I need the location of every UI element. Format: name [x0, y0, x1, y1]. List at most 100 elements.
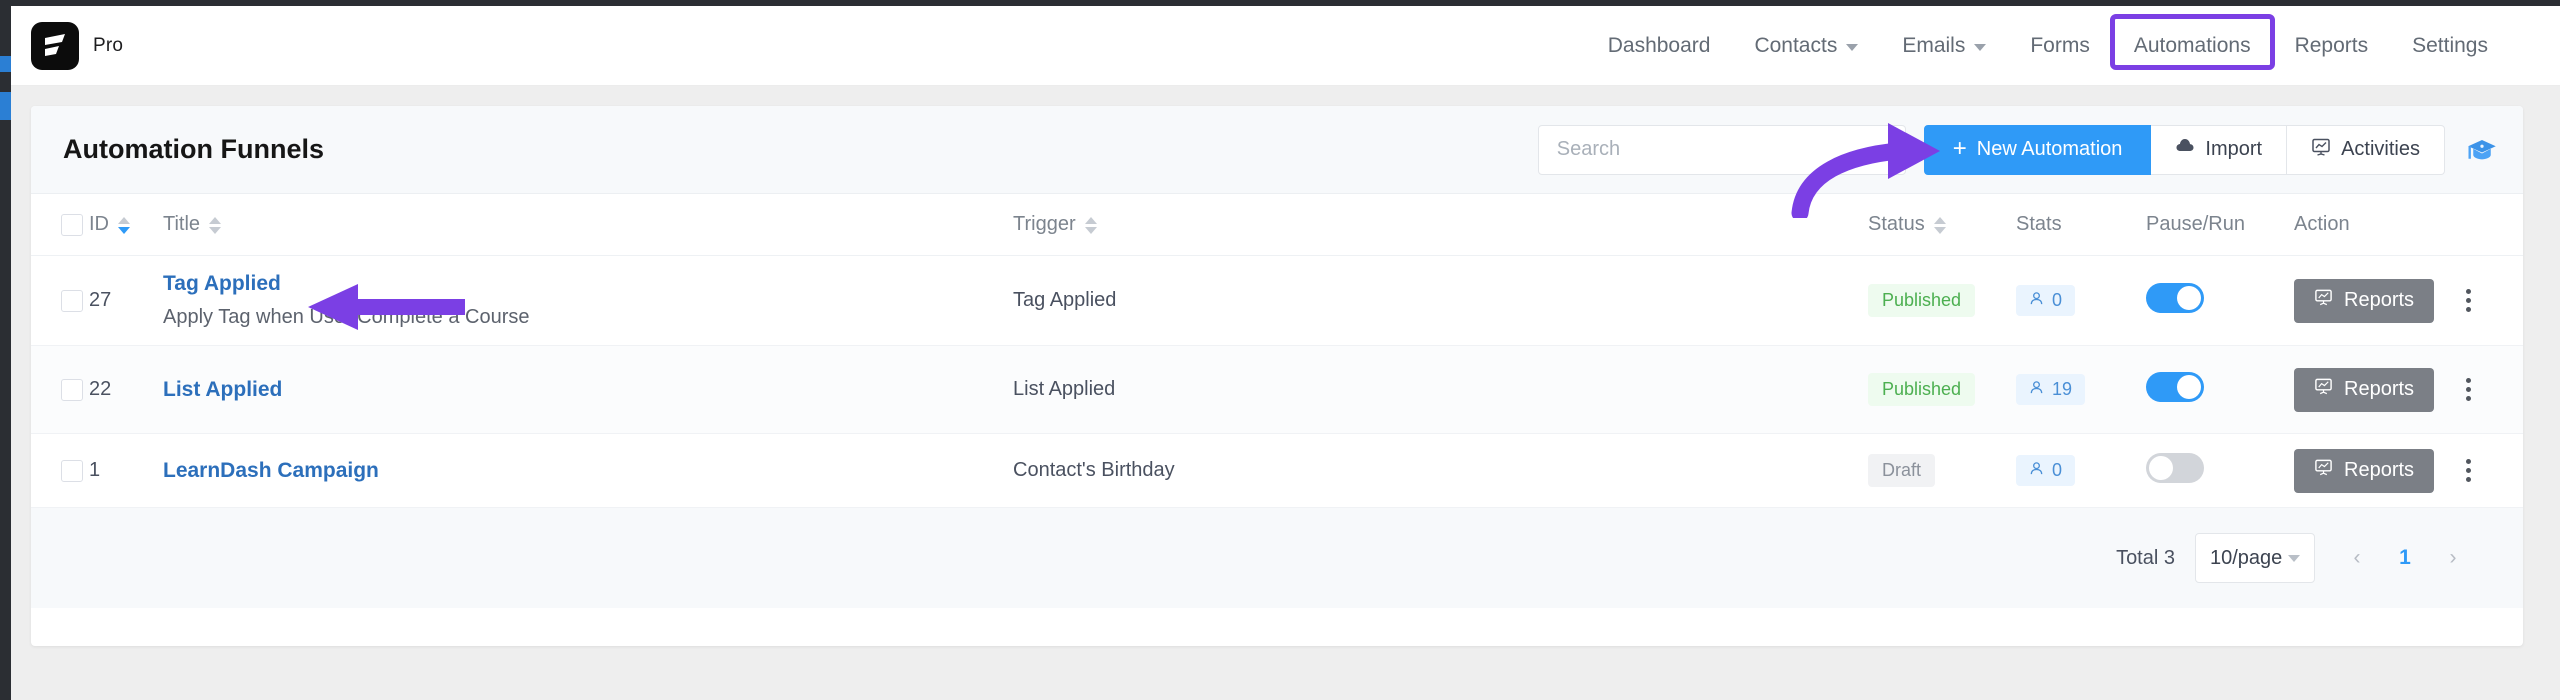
column-label-stats: Stats [2016, 213, 2062, 235]
prev-page-button[interactable]: ‹ [2335, 536, 2379, 580]
pause-run-toggle[interactable] [2146, 282, 2204, 313]
select-all-checkbox[interactable] [61, 213, 83, 236]
column-header-id[interactable]: ID [89, 213, 163, 236]
presentation-chart-icon [2314, 377, 2333, 402]
row-select-cell [31, 378, 89, 401]
cell-pause-run [2146, 282, 2294, 319]
cell-action: Reports [2294, 448, 2523, 493]
nav-label-contacts: Contacts [1754, 33, 1838, 57]
chevron-down-icon [1974, 44, 1987, 51]
pause-run-toggle[interactable] [2146, 371, 2204, 402]
column-header-trigger[interactable]: Trigger [1013, 213, 1868, 236]
cell-status: Published [1868, 373, 2016, 406]
cell-stats: 0 [2016, 285, 2146, 316]
cell-pause-run [2146, 452, 2294, 489]
contacts-count-pill[interactable]: 0 [2016, 285, 2076, 316]
search-input[interactable] [1556, 138, 1887, 161]
next-page-button[interactable]: › [2431, 536, 2475, 580]
nav-item-reports[interactable]: Reports [2273, 6, 2391, 86]
nav-item-contacts[interactable]: Contacts [1732, 6, 1880, 86]
reports-button-label: Reports [2344, 289, 2415, 311]
sort-icon-id[interactable] [118, 217, 130, 234]
fluentcrm-logo-icon [31, 21, 79, 70]
brand-name: Pro [93, 34, 124, 56]
presentation-chart-icon [2311, 137, 2331, 163]
column-label-pause-run: Pause/Run [2146, 213, 2245, 235]
column-label-id: ID [89, 213, 109, 235]
cell-title: List Applied [163, 378, 1013, 402]
nav-item-dashboard[interactable]: Dashboard [1586, 6, 1733, 86]
row-select-cell [31, 289, 89, 312]
kebab-menu-icon[interactable] [2456, 372, 2481, 407]
nav-wrap-forms: Forms [2008, 6, 2112, 86]
contacts-count-value: 19 [2052, 379, 2073, 399]
automations-table: ID Title Trigger Status Stats Pause/Run … [31, 194, 2523, 508]
cell-stats: 19 [2016, 374, 2146, 405]
activities-label: Activities [2341, 138, 2420, 160]
new-automation-label: New Automation [1976, 138, 2123, 160]
automation-title-link[interactable]: List Applied [163, 378, 282, 402]
nav-wrap-settings: Settings [2390, 6, 2510, 86]
row-checkbox[interactable] [61, 289, 83, 312]
main-navigation: Dashboard Contacts Emails Forms Automati… [1586, 6, 2510, 86]
search-box[interactable] [1537, 124, 1906, 175]
column-header-title[interactable]: Title [163, 213, 1013, 236]
cell-title: LearnDash Campaign [163, 459, 1013, 483]
header-toolbar: + New Automation Import [1537, 124, 2497, 175]
reports-button[interactable]: Reports [2294, 367, 2435, 412]
contacts-count-pill[interactable]: 19 [2016, 374, 2086, 405]
cell-stats: 0 [2016, 455, 2146, 486]
new-automation-button[interactable]: + New Automation [1923, 124, 2152, 175]
graduation-cap-icon[interactable] [2467, 135, 2497, 165]
nav-wrap-emails: Emails [1880, 6, 2008, 86]
page-body: Automation Funnels + New Automation [11, 86, 2560, 700]
nav-item-forms[interactable]: Forms [2008, 6, 2112, 86]
cell-action: Reports [2294, 367, 2523, 412]
activities-button[interactable]: Activities [2287, 124, 2445, 175]
chevron-down-icon [1846, 44, 1859, 51]
nav-item-automations[interactable]: Automations [2112, 6, 2273, 86]
nav-item-settings[interactable]: Settings [2390, 6, 2510, 86]
nav-wrap-automations: Automations [2109, 6, 2275, 86]
column-header-stats: Stats [2016, 213, 2146, 236]
import-button[interactable]: Import [2151, 124, 2288, 175]
contacts-count-pill[interactable]: 0 [2016, 455, 2076, 486]
automation-funnels-card: Automation Funnels + New Automation [31, 106, 2523, 646]
cell-trigger: List Applied [1013, 378, 1116, 400]
sort-icon-title[interactable] [209, 217, 222, 234]
nav-label-automations: Automations [2133, 33, 2251, 57]
page-size-select[interactable]: 10/page [2195, 533, 2315, 583]
page-number-1[interactable]: 1 [2383, 536, 2427, 580]
sort-icon-status[interactable] [1933, 217, 1946, 234]
reports-button[interactable]: Reports [2294, 278, 2435, 323]
table-row[interactable]: 27 Tag Applied Apply Tag when User Compl… [31, 256, 2523, 346]
pause-run-toggle[interactable] [2146, 452, 2204, 483]
nav-wrap-reports: Reports [2273, 6, 2391, 86]
action-button-group: + New Automation Import Activities [1923, 124, 2445, 175]
nav-wrap-dashboard: Dashboard [1586, 6, 1733, 86]
left-side-rail [0, 0, 11, 700]
column-label-trigger: Trigger [1013, 213, 1076, 235]
automation-title-link[interactable]: LearnDash Campaign [163, 459, 379, 483]
column-header-status[interactable]: Status [1868, 213, 2016, 236]
reports-button[interactable]: Reports [2294, 448, 2435, 493]
column-label-action: Action [2294, 213, 2350, 235]
brand[interactable]: Pro [31, 21, 124, 70]
nav-item-emails[interactable]: Emails [1880, 6, 2008, 86]
user-icon [2029, 379, 2044, 400]
kebab-menu-icon[interactable] [2456, 283, 2481, 318]
kebab-menu-icon[interactable] [2456, 453, 2481, 488]
select-all-cell [31, 213, 89, 236]
table-row[interactable]: 1 LearnDash Campaign Contact's Birthday … [31, 434, 2523, 508]
cell-status: Published [1868, 284, 2016, 317]
rail-marker-1 [0, 56, 11, 72]
cell-pause-run [2146, 371, 2294, 408]
automation-title-link[interactable]: Tag Applied [163, 272, 281, 296]
user-icon [2029, 460, 2044, 481]
card-header: Automation Funnels + New Automation [31, 106, 2523, 194]
column-header-pause-run: Pause/Run [2146, 213, 2294, 236]
row-checkbox[interactable] [61, 459, 83, 482]
table-row[interactable]: 22 List Applied List Applied Published 1… [31, 346, 2523, 434]
row-checkbox[interactable] [61, 378, 83, 401]
sort-icon-trigger[interactable] [1084, 217, 1097, 234]
